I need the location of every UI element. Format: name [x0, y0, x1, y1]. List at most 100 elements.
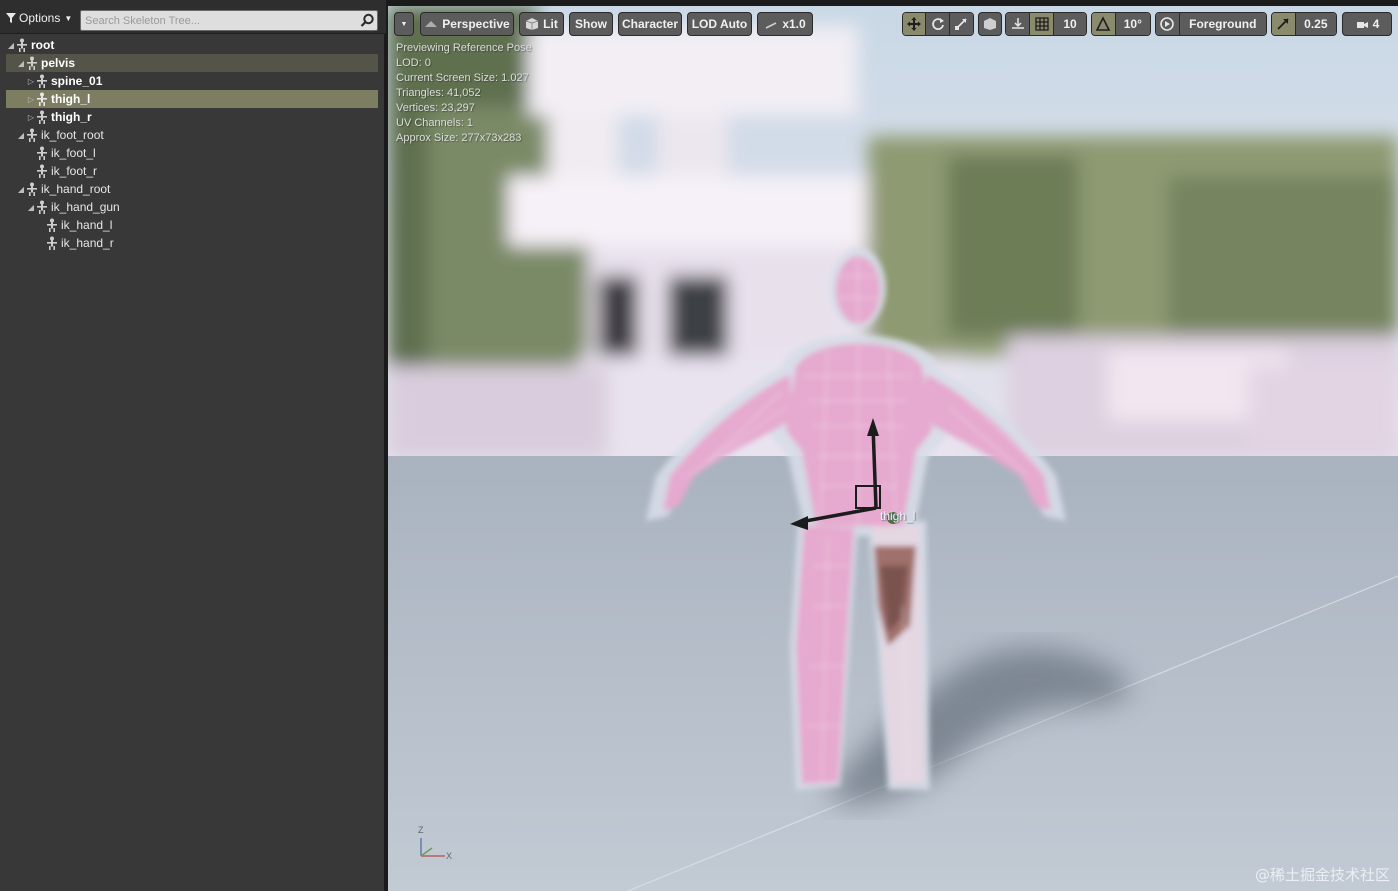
bone-label-ik-foot-root: ik_foot_root: [41, 128, 104, 142]
bone-label-ik-foot-r: ik_foot_r: [51, 164, 98, 178]
grid-snap-toggle[interactable]: [1030, 13, 1054, 35]
grid-icon: [1034, 17, 1049, 31]
stats-screen-size: Current Screen Size: 1.027: [396, 72, 529, 84]
bone-label-thigh-l: thigh_l: [51, 92, 91, 106]
bone-label-ik-hand-root: ik_hand_root: [41, 182, 111, 196]
bone-icon: [37, 110, 47, 124]
rotation-snap-value: 10°: [1123, 17, 1142, 31]
bone-row-thigh-r[interactable]: ▷ thigh_r: [0, 108, 386, 126]
layer-label: Foreground: [1189, 17, 1257, 31]
bone-row-ik-hand-l[interactable]: ik_hand_l: [0, 216, 386, 234]
skeleton-tree-panel: Options ▼ ◢ root ◢ pelvis ▷ s: [0, 0, 386, 891]
surface-snap-button[interactable]: [1006, 13, 1030, 35]
camera-speed-icon: [1356, 22, 1368, 28]
bone-icon: [47, 236, 57, 250]
expanded-arrow-icon[interactable]: ◢: [6, 41, 16, 50]
scale-mode-button[interactable]: [949, 13, 973, 35]
collapsed-arrow-icon[interactable]: ▷: [26, 77, 36, 86]
expanded-arrow-icon[interactable]: ◢: [16, 59, 26, 68]
bone-label-root: root: [31, 38, 55, 52]
skeleton-tree: ◢ root ◢ pelvis ▷ spine_01 ▷ thigh_l ▷ t…: [0, 36, 386, 252]
rotation-snap-group: 10°: [1091, 12, 1151, 36]
scale-snap-value: 0.25: [1304, 17, 1328, 31]
playback-speed-label: x1.0: [782, 17, 806, 31]
perspective-button[interactable]: Perspective: [420, 12, 514, 36]
bone-label-ik-hand-gun: ik_hand_gun: [51, 200, 120, 214]
lit-button[interactable]: Lit: [519, 12, 564, 36]
surface-snap-icon: [1011, 18, 1024, 29]
viewport-options-button[interactable]: ▼: [394, 12, 414, 36]
skeleton-search-input[interactable]: [85, 12, 355, 29]
rotate-mode-button[interactable]: [926, 13, 950, 35]
coordinate-space-button[interactable]: [978, 12, 1002, 36]
rotate-icon: [931, 18, 944, 30]
bone-row-ik-hand-gun[interactable]: ◢ ik_hand_gun: [0, 198, 386, 216]
bone-label-pelvis: pelvis: [41, 56, 76, 70]
options-label: Options: [19, 11, 61, 25]
filter-icon: [6, 13, 16, 23]
chevron-down-icon: ▼: [400, 20, 408, 28]
bone-icon: [37, 146, 47, 160]
expanded-arrow-icon[interactable]: ◢: [16, 185, 26, 194]
expanded-arrow-icon[interactable]: ◢: [26, 203, 36, 212]
scale-snap-toggle[interactable]: [1272, 13, 1296, 35]
stats-vertices: Vertices: 23,297: [396, 102, 475, 114]
grid-snap-group: 10: [1005, 12, 1087, 36]
bone-icon: [37, 92, 47, 106]
lod-button[interactable]: LOD Auto: [687, 12, 752, 36]
skeleton-search-box: [80, 10, 378, 31]
stats-approx-size: Approx Size: 277x73x283: [396, 132, 522, 144]
bone-row-ik-hand-root[interactable]: ◢ ik_hand_root: [0, 180, 386, 198]
show-label: Show: [575, 17, 607, 31]
bone-row-ik-hand-r[interactable]: ik_hand_r: [0, 234, 386, 252]
bone-label-ik-hand-r: ik_hand_r: [61, 236, 114, 250]
grid-snap-value-dropdown[interactable]: 10: [1054, 13, 1086, 35]
scale-icon: [955, 18, 967, 30]
bone-icon: [17, 38, 27, 52]
search-icon[interactable]: [360, 13, 375, 28]
layer-dropdown[interactable]: Foreground: [1179, 13, 1266, 35]
bone-icon: [47, 218, 57, 232]
character-button[interactable]: Character: [618, 12, 682, 36]
camera-speed-value: 4: [1372, 17, 1380, 31]
world-cube-icon: [984, 18, 996, 30]
layer-toggle[interactable]: [1156, 13, 1180, 35]
scale-snap-group: 0.25: [1271, 12, 1337, 36]
layer-group: Foreground: [1155, 12, 1267, 36]
bone-label-ik-foot-l: ik_foot_l: [51, 146, 96, 160]
bone-row-thigh-l[interactable]: ▷ thigh_l: [0, 90, 386, 108]
collapsed-arrow-icon[interactable]: ▷: [26, 95, 36, 104]
lod-label: LOD Auto: [691, 17, 748, 31]
bone-row-ik-foot-root[interactable]: ◢ ik_foot_root: [0, 126, 386, 144]
playback-speed-button[interactable]: x1.0: [757, 12, 813, 36]
scale-snap-icon: [1277, 18, 1289, 30]
perspective-label: Perspective: [442, 17, 510, 31]
scale-snap-value-dropdown[interactable]: 0.25: [1295, 13, 1336, 35]
translate-mode-button[interactable]: [903, 13, 927, 35]
character-label: Character: [621, 17, 679, 31]
transform-mode-group: [902, 12, 974, 36]
move-arrows-icon: [907, 17, 922, 31]
bone-row-ik-foot-l[interactable]: ik_foot_l: [0, 144, 386, 162]
show-button[interactable]: Show: [569, 12, 613, 36]
lit-label: Lit: [543, 17, 558, 31]
camera-view-icon: [425, 21, 438, 27]
preview-viewport[interactable]: ▼ Perspective Lit Show Character LOD Aut…: [388, 6, 1398, 891]
stats-lod: LOD: 0: [396, 57, 431, 69]
collapsed-arrow-icon[interactable]: ▷: [26, 113, 36, 122]
expanded-arrow-icon[interactable]: ◢: [16, 131, 26, 140]
bone-row-ik-foot-r[interactable]: ik_foot_r: [0, 162, 386, 180]
rotation-snap-value-dropdown[interactable]: 10°: [1115, 13, 1150, 35]
rotation-snap-toggle[interactable]: [1092, 13, 1116, 35]
options-button[interactable]: Options ▼: [6, 9, 72, 27]
cube-lit-icon: [526, 18, 539, 30]
viewport-stats: Previewing Reference Pose LOD: 0 Current…: [396, 41, 532, 146]
bone-icon: [37, 164, 47, 178]
bone-row-pelvis[interactable]: ◢ pelvis: [0, 54, 386, 72]
bone-row-spine-01[interactable]: ▷ spine_01: [0, 72, 386, 90]
camera-speed-button[interactable]: 4: [1342, 12, 1392, 36]
bone-icon: [37, 74, 47, 88]
bone-label-ik-hand-l: ik_hand_l: [61, 218, 113, 232]
bone-row-root[interactable]: ◢ root: [0, 36, 386, 54]
skeleton-tree-toolbar: Options ▼: [0, 0, 386, 34]
